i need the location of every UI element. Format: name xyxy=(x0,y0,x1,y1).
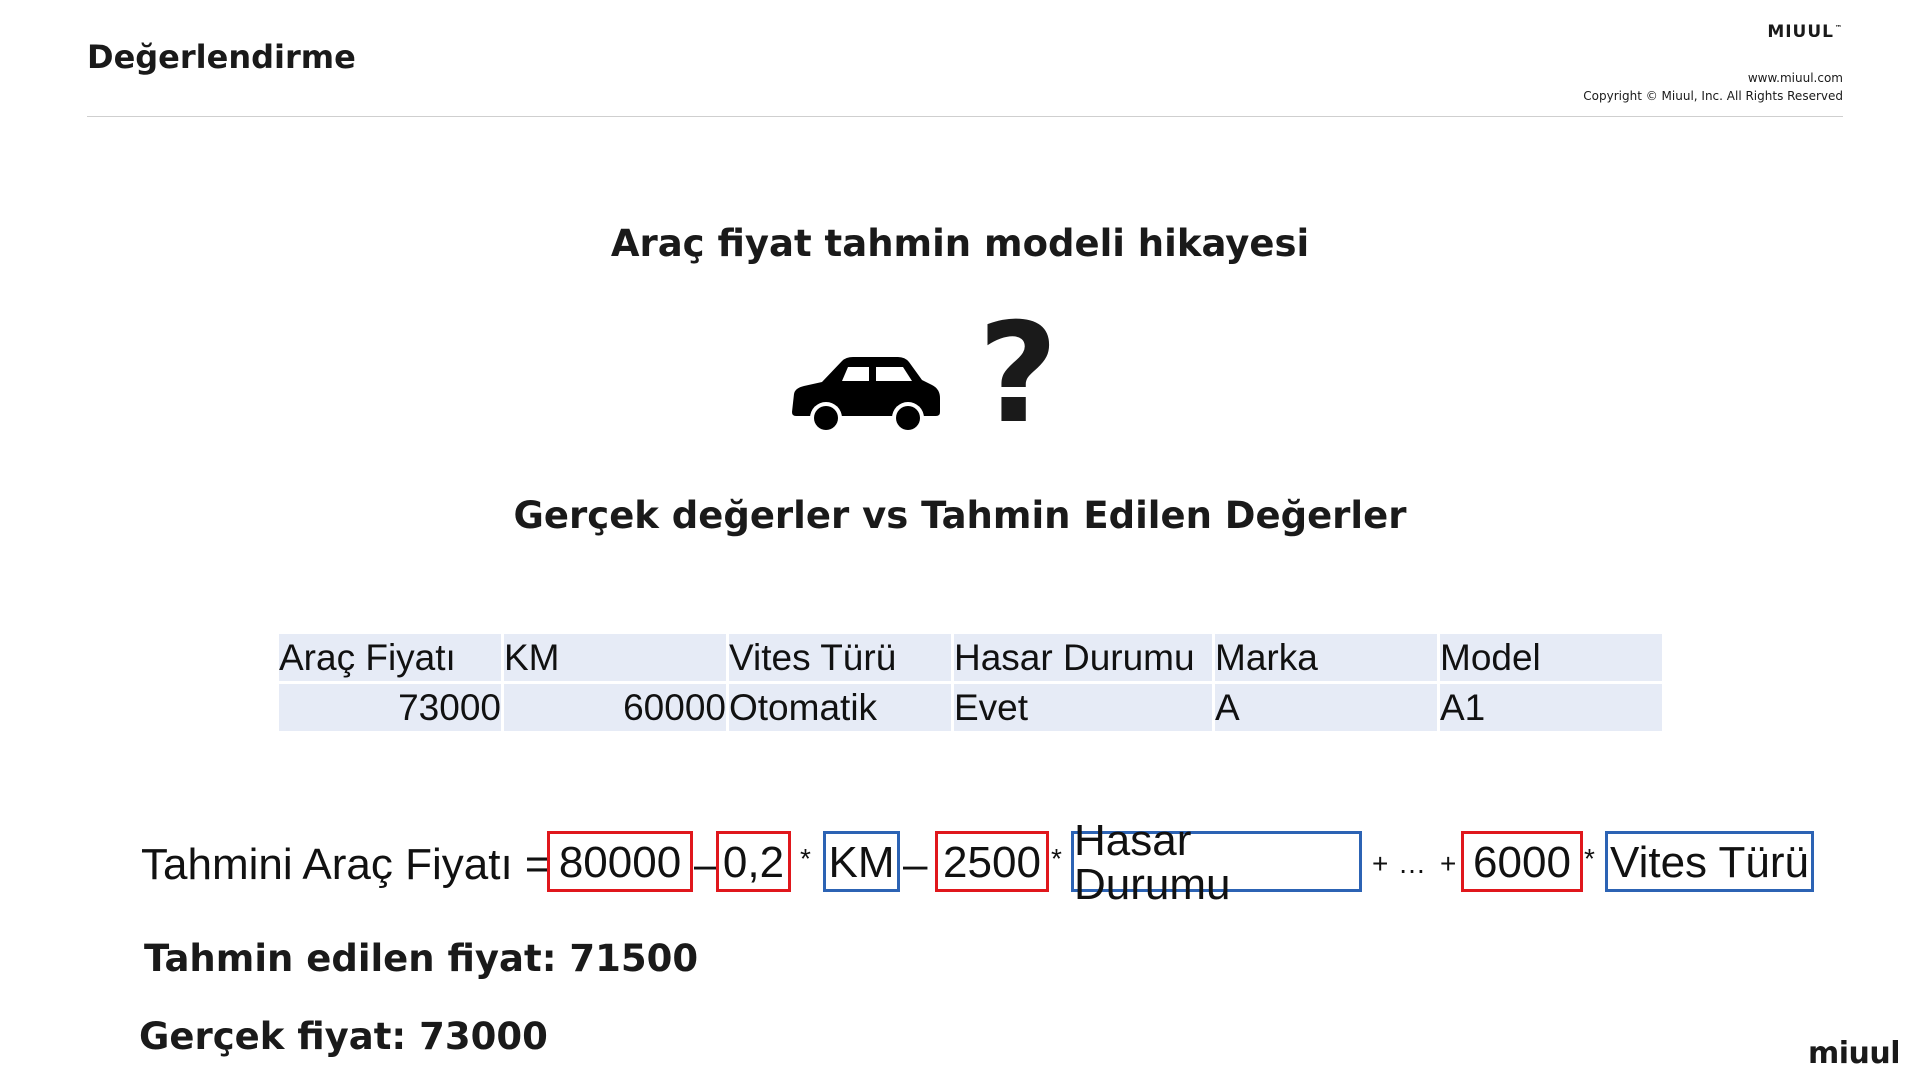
car-icon xyxy=(792,357,940,434)
table-cell: A xyxy=(1215,684,1437,731)
table-header-row: Araç Fiyatı KM Vites Türü Hasar Durumu M… xyxy=(279,634,1662,681)
table-row: 73000 60000 Otomatik Evet A A1 xyxy=(279,684,1662,731)
multiply-sign: * xyxy=(800,843,811,874)
damage-variable-box: Hasar Durumu xyxy=(1071,818,1362,906)
table-header-cell: Model xyxy=(1440,634,1662,681)
gear-coefficient-box: 6000 xyxy=(1461,831,1583,892)
table-cell: Evet xyxy=(954,684,1212,731)
gear-variable-box: Vites Türü xyxy=(1605,831,1814,892)
slide-title: Değerlendirme xyxy=(87,38,356,76)
table-header-cell: Marka xyxy=(1215,634,1437,681)
km-coefficient-box: 0,2 xyxy=(716,831,791,892)
table-header-cell: Vites Türü xyxy=(729,634,951,681)
table-cell: Otomatik xyxy=(729,684,951,731)
table-header-cell: KM xyxy=(504,634,726,681)
brand-name: MIUUL xyxy=(1767,22,1834,42)
multiply-sign: * xyxy=(1584,843,1595,874)
plus-sign: + xyxy=(1440,848,1457,879)
footer-logo: miuul xyxy=(1807,1036,1901,1071)
predicted-price: Tahmin edilen fiyat: 71500 xyxy=(144,937,699,980)
comparison-title: Gerçek değerler vs Tahmin Edilen Değerle… xyxy=(513,494,1407,537)
plus-sign: + xyxy=(1372,848,1389,879)
question-mark-icon: ? xyxy=(978,293,1059,454)
story-title: Araç fiyat tahmin modeli hikayesi xyxy=(610,222,1310,265)
trademark-mark: ™ xyxy=(1835,24,1843,33)
minus-sign: – xyxy=(694,840,719,889)
header-divider xyxy=(87,116,1843,117)
table-header-cell: Hasar Durumu xyxy=(954,634,1212,681)
copyright-text: Copyright © Miuul, Inc. All Rights Reser… xyxy=(1583,89,1843,103)
actual-price: Gerçek fiyat: 73000 xyxy=(139,1015,548,1058)
website-text: www.miuul.com xyxy=(1747,71,1843,85)
intercept-box: 80000 xyxy=(547,831,693,892)
damage-coefficient-box: 2500 xyxy=(935,831,1049,892)
table-header-cell: Araç Fiyatı xyxy=(279,634,501,681)
table-cell: 73000 xyxy=(279,684,501,731)
vehicle-data-table: Araç Fiyatı KM Vites Türü Hasar Durumu M… xyxy=(276,631,1665,734)
formula-lhs: Tahmini Araç Fiyatı = xyxy=(141,840,551,889)
minus-sign: – xyxy=(903,840,928,889)
ellipsis: … xyxy=(1398,848,1426,879)
table-cell: A1 xyxy=(1440,684,1662,731)
multiply-sign: * xyxy=(1051,843,1062,874)
brand-logo: MIUUL™ xyxy=(1767,22,1843,42)
km-variable-box: KM xyxy=(823,831,900,892)
table-cell: 60000 xyxy=(504,684,726,731)
